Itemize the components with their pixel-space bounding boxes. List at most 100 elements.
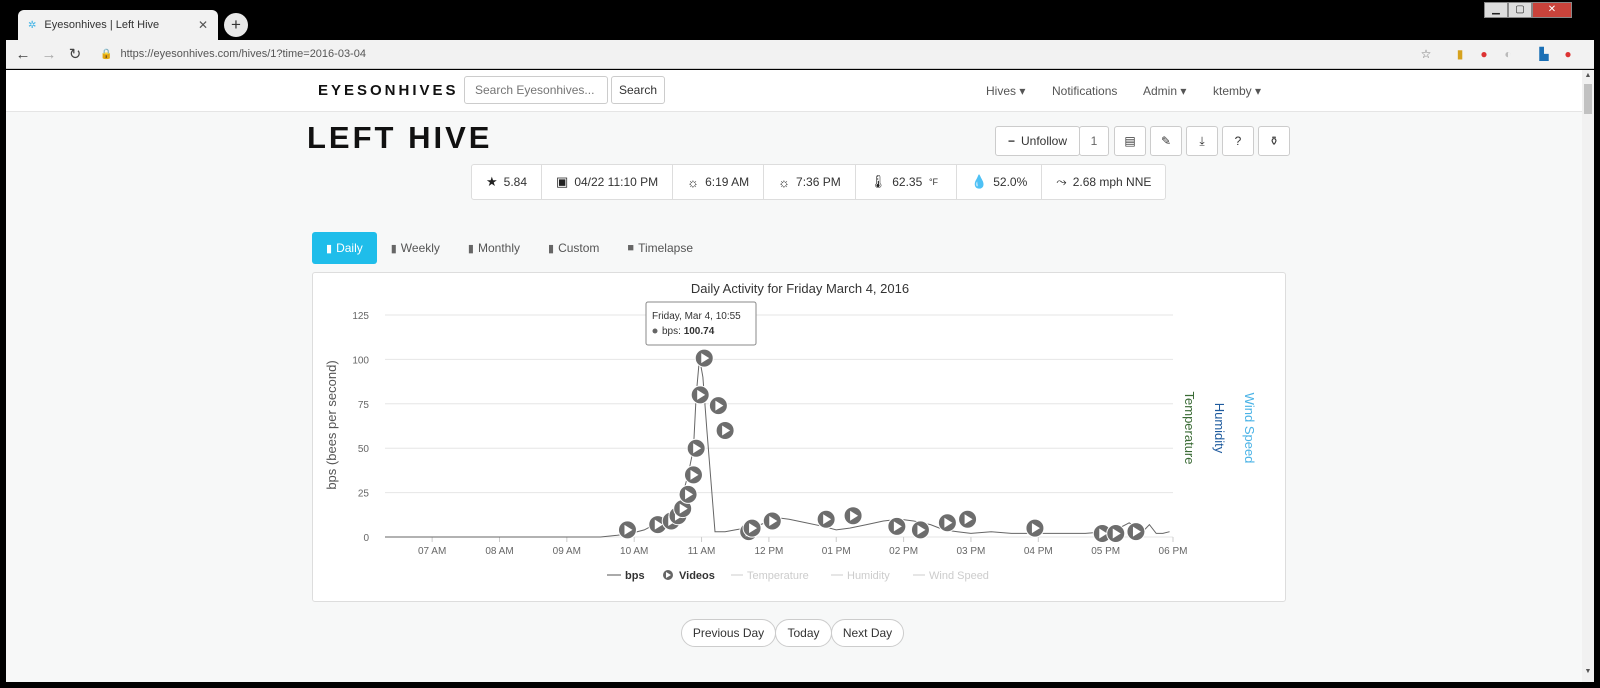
legend-bps[interactable]: bps	[625, 570, 645, 582]
video-camera-icon: ■	[627, 242, 635, 254]
nav-user-dropdown[interactable]: ktemby ▾	[1213, 84, 1261, 98]
tooltip-series-dot	[652, 328, 658, 334]
nav-hives-dropdown[interactable]: Hives ▾	[986, 84, 1025, 98]
video-marker[interactable]	[843, 506, 863, 526]
x-tick-label: 05 PM	[1091, 546, 1120, 557]
stat-rating: ★ 5.84	[472, 165, 543, 199]
chart-legend: bps Videos Temperature Humidity Wind Spe…	[607, 570, 989, 582]
tab-daily[interactable]: ▮ Daily	[312, 232, 377, 264]
stat-last-update: ▣ 04/22 11:10 PM	[542, 165, 674, 199]
back-arrow-icon[interactable]: ←	[10, 46, 36, 63]
search-input[interactable]	[464, 76, 608, 104]
brand-logo[interactable]: EYESONHIVES	[318, 82, 459, 99]
video-marker[interactable]	[694, 348, 714, 368]
video-marker[interactable]	[1106, 523, 1126, 543]
tab-timelapse[interactable]: ■ Timelapse	[613, 232, 707, 264]
video-marker[interactable]	[958, 509, 978, 529]
extension-5-icon[interactable]: ●	[1560, 46, 1576, 62]
video-marker[interactable]	[686, 438, 706, 458]
maximize-window-button[interactable]: ▢	[1508, 2, 1532, 18]
help-button[interactable]: ?	[1222, 126, 1254, 156]
svg-text:bps: 100.74: bps: 100.74	[662, 326, 715, 337]
extension-2-icon[interactable]: ●	[1476, 46, 1492, 62]
follower-count-badge: 1	[1079, 126, 1109, 156]
video-marker[interactable]	[1025, 518, 1045, 538]
video-marker[interactable]	[617, 520, 637, 540]
star-icon: ★	[486, 174, 498, 189]
scroll-down-icon[interactable]: ▼	[1582, 668, 1594, 675]
video-marker[interactable]	[910, 520, 930, 540]
video-marker[interactable]	[937, 513, 957, 533]
forward-arrow-icon[interactable]: →	[36, 46, 62, 63]
view-tabs: ▮ Daily ▮ Weekly ▮ Monthly ▮ Custom ■ Timelap…	[312, 232, 707, 264]
chart-panel: Daily Activity for Friday March 4, 2016 …	[312, 272, 1286, 602]
x-axis: 07 AM 08 AM 09 AM 10 AM 11 AM 12 PM 01 PM 02 PM…	[418, 537, 1187, 557]
video-marker[interactable]	[762, 511, 782, 531]
video-marker[interactable]	[678, 484, 698, 504]
extension-1-icon[interactable]: ▮	[1452, 46, 1468, 62]
tooltip-box	[645, 301, 757, 346]
x-tick-label: 03 PM	[956, 546, 985, 557]
legend-wind-speed[interactable]: Wind Speed	[929, 570, 989, 582]
close-window-button[interactable]: ✕	[1532, 2, 1572, 18]
scroll-up-icon[interactable]: ▲	[1582, 72, 1594, 79]
previous-day-button[interactable]: Previous Day	[681, 619, 776, 647]
extension-4-icon[interactable]: ▙	[1536, 46, 1552, 62]
video-marker[interactable]	[1126, 522, 1146, 542]
today-button[interactable]: Today	[775, 619, 832, 647]
stat-sunrise: ☼ 6:19 AM	[673, 165, 765, 199]
nav-notifications[interactable]: Notifications	[1052, 84, 1117, 98]
tab-monthly[interactable]: ▮ Monthly	[454, 232, 534, 264]
edit-button[interactable]: ✎	[1150, 126, 1182, 156]
reload-icon[interactable]: ↻	[62, 45, 88, 63]
bar-chart-icon: ▮	[548, 242, 555, 255]
bottle-button[interactable]: ⚱	[1258, 126, 1290, 156]
chart-grid: 0 25 50 75 100 125	[352, 311, 1173, 544]
minus-icon: −	[1007, 134, 1015, 148]
y-tick-label: 25	[358, 489, 370, 500]
search-button[interactable]: Search	[611, 76, 665, 104]
legend-videos[interactable]: Videos	[679, 570, 715, 582]
url-field[interactable]: 🔒 https://eyesonhives.com/hives/1?time=2…	[100, 48, 366, 60]
unfollow-button[interactable]: − Unfollow	[995, 126, 1080, 156]
tab-weekly[interactable]: ▮ Weekly	[377, 232, 454, 264]
page-scrollbar[interactable]: ▲ ▼	[1582, 70, 1594, 682]
video-marker[interactable]	[742, 518, 762, 538]
browser-tab[interactable]: ✲ Eyesonhives | Left Hive ✕	[18, 10, 218, 40]
x-tick-label: 11 AM	[688, 546, 716, 557]
scroll-thumb[interactable]	[1584, 84, 1592, 114]
nav-admin-dropdown[interactable]: Admin ▾	[1143, 84, 1186, 98]
question-icon: ?	[1234, 134, 1242, 148]
tab-title: Eyesonhives | Left Hive	[44, 19, 160, 31]
download-button[interactable]: ⤓	[1186, 126, 1218, 156]
legend-temperature[interactable]: Temperature	[747, 570, 809, 582]
minimize-window-button[interactable]: ▁	[1484, 2, 1508, 18]
bps-line	[385, 358, 1170, 538]
new-tab-button[interactable]: +	[224, 13, 248, 37]
page-viewport: EYESONHIVES Search Hives ▾ Notifications…	[6, 70, 1582, 682]
report-button[interactable]: ▤	[1114, 126, 1146, 156]
video-marker[interactable]	[887, 516, 907, 536]
chart-tooltip: Friday, Mar 4, 10:55 bps: 100.74	[645, 301, 757, 346]
x-tick-label: 02 PM	[889, 546, 918, 557]
video-marker[interactable]	[690, 385, 710, 405]
video-marker[interactable]	[715, 420, 735, 440]
right-axis-wind-label: Wind Speed	[1242, 393, 1257, 464]
extension-3-icon[interactable]: ◐	[1500, 46, 1516, 62]
video-marker[interactable]	[708, 396, 728, 416]
next-day-button[interactable]: Next Day	[831, 619, 904, 647]
stat-temperature: 🌡 62.35 °F	[856, 165, 958, 199]
browser-titlebar: ✲ Eyesonhives | Left Hive ✕ + ▁ ▢ ✕	[6, 0, 1594, 40]
chart-title: Daily Activity for Friday March 4, 2016	[691, 281, 909, 296]
calendar-icon: ▣	[556, 174, 569, 189]
daily-activity-chart: Daily Activity for Friday March 4, 2016 …	[324, 281, 1257, 582]
tab-custom[interactable]: ▮ Custom	[534, 232, 613, 264]
sunset-icon: ☼	[778, 174, 791, 190]
browser-window: ✲ Eyesonhives | Left Hive ✕ + ▁ ▢ ✕ ← → …	[0, 0, 1600, 688]
video-marker[interactable]	[816, 509, 836, 529]
close-tab-icon[interactable]: ✕	[198, 18, 208, 32]
video-marker[interactable]	[683, 465, 703, 485]
caret-down-icon: ▾	[1180, 84, 1187, 98]
bookmark-star-icon[interactable]: ☆	[1418, 46, 1434, 62]
legend-humidity[interactable]: Humidity	[847, 570, 890, 582]
